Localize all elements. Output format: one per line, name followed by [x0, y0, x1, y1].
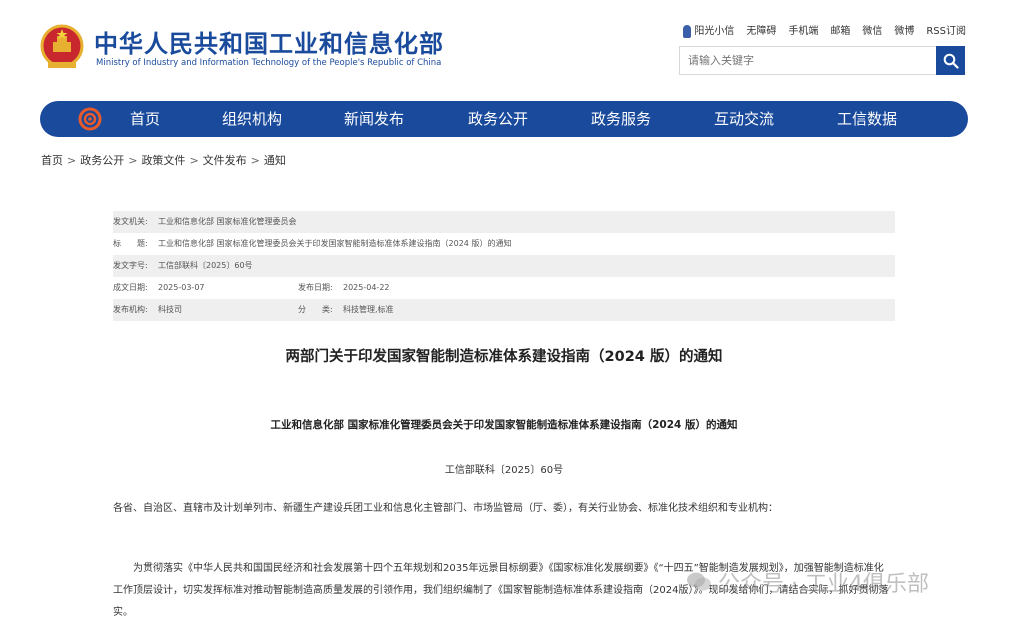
pubdate-label: 发布日期: — [298, 283, 333, 292]
search-box — [679, 46, 965, 75]
top-links: 阳光小信 无障碍 手机端 邮箱 微信 微博 RSS订阅 — [683, 22, 966, 38]
breadcrumb-notice[interactable]: 通知 — [264, 154, 286, 167]
title-value: 工业和信息化部 国家标准化管理委员会关于印发国家智能制造标准体系建设指南（202… — [158, 239, 512, 248]
watermark-text: 公众号 · 工业4俱乐部 — [718, 572, 929, 597]
top-link-mobile[interactable]: 手机端 — [788, 22, 818, 37]
title-label: 标 题: — [113, 239, 148, 248]
article-title: 两部门关于印发国家智能制造标准体系建设指南（2024 版）的通知 — [285, 349, 723, 365]
nav-gov-affairs[interactable]: 政务公开 — [468, 101, 528, 137]
date-value: 2025-03-07 — [158, 283, 205, 292]
article-doc-number: 工信部联科〔2025〕60号 — [444, 465, 564, 476]
top-link-rss[interactable]: RSS订阅 — [926, 22, 966, 37]
pubdate-value: 2025-04-22 — [343, 283, 390, 292]
national-emblem-icon — [40, 24, 84, 68]
breadcrumb-home[interactable]: 首页 — [41, 154, 63, 167]
breadcrumb-separator: > — [128, 154, 138, 167]
site-title[interactable]: 中华人民共和国工业和信息化部 — [94, 24, 444, 59]
top-link-wechat[interactable]: 微信 — [862, 22, 882, 37]
top-link-mailbox[interactable]: 邮箱 — [830, 22, 850, 37]
search-button[interactable] — [936, 46, 965, 75]
nav-organization[interactable]: 组织机构 — [222, 101, 282, 137]
nav-interaction[interactable]: 互动交流 — [714, 101, 774, 137]
breadcrumb-policy[interactable]: 政策文件 — [141, 154, 185, 167]
category-label: 分 类: — [298, 305, 333, 314]
breadcrumb-release[interactable]: 文件发布 — [203, 154, 247, 167]
org-value: 科技司 — [158, 305, 182, 314]
document-info-table: 发文机关: 工业和信息化部 国家标准化管理委员会 标 题: 工业和信息化部 国家… — [113, 211, 895, 321]
search-input[interactable] — [680, 47, 936, 74]
issuer-label: 发文机关: — [113, 217, 148, 226]
article-subtitle: 工业和信息化部 国家标准化管理委员会关于印发国家智能制造标准体系建设指南（202… — [270, 419, 738, 431]
breadcrumb-gov-affairs[interactable]: 政务公开 — [80, 154, 124, 167]
main-nav: 首页 组织机构 新闻发布 政务公开 政务服务 互动交流 工信数据 — [40, 101, 968, 137]
top-link-sunshine[interactable]: 阳光小信 — [683, 22, 734, 38]
top-link-weibo[interactable]: 微博 — [894, 22, 914, 37]
info-row-docno: 发文字号: 工信部联科〔2025〕60号 — [113, 255, 895, 277]
site-subtitle-en: Ministry of Industry and Information Tec… — [96, 58, 442, 68]
date-label: 成文日期: — [113, 283, 148, 292]
nav-home[interactable]: 首页 — [130, 101, 160, 137]
info-row-org: 发布机构: 科技司 分 类: 科技管理,标准 — [113, 299, 895, 321]
category-value: 科技管理,标准 — [343, 305, 394, 314]
info-row-issuer: 发文机关: 工业和信息化部 国家标准化管理委员会 — [113, 211, 895, 233]
issuer-value: 工业和信息化部 国家标准化管理委员会 — [158, 217, 297, 226]
info-row-dates: 成文日期: 2025-03-07 发布日期: 2025-04-22 — [113, 277, 895, 299]
nav-gov-services[interactable]: 政务服务 — [591, 101, 651, 137]
docno-value: 工信部联科〔2025〕60号 — [158, 261, 253, 270]
docno-label: 发文字号: — [113, 261, 148, 270]
breadcrumb-separator: > — [189, 154, 199, 167]
nav-data[interactable]: 工信数据 — [837, 101, 897, 137]
wechat-icon — [687, 572, 711, 591]
article-addressee: 各省、自治区、直辖市及计划单列市、新疆生产建设兵团工业和信息化主管部门、市场监管… — [113, 503, 778, 514]
top-link-accessibility[interactable]: 无障碍 — [746, 22, 776, 37]
watermark: 公众号 · 工业4俱乐部 — [686, 566, 929, 598]
breadcrumb: 首页 > 政务公开 > 政策文件 > 文件发布 > 通知 — [41, 152, 286, 168]
search-icon — [943, 53, 959, 69]
info-row-title: 标 题: 工业和信息化部 国家标准化管理委员会关于印发国家智能制造标准体系建设指… — [113, 233, 895, 255]
breadcrumb-separator: > — [67, 154, 77, 167]
person-icon — [683, 24, 692, 38]
ministry-logo-icon — [78, 107, 102, 131]
org-label: 发布机构: — [113, 305, 148, 314]
breadcrumb-separator: > — [250, 154, 260, 167]
nav-news[interactable]: 新闻发布 — [344, 101, 404, 137]
site-header: 中华人民共和国工业和信息化部 Ministry of Industry and … — [0, 0, 1024, 95]
